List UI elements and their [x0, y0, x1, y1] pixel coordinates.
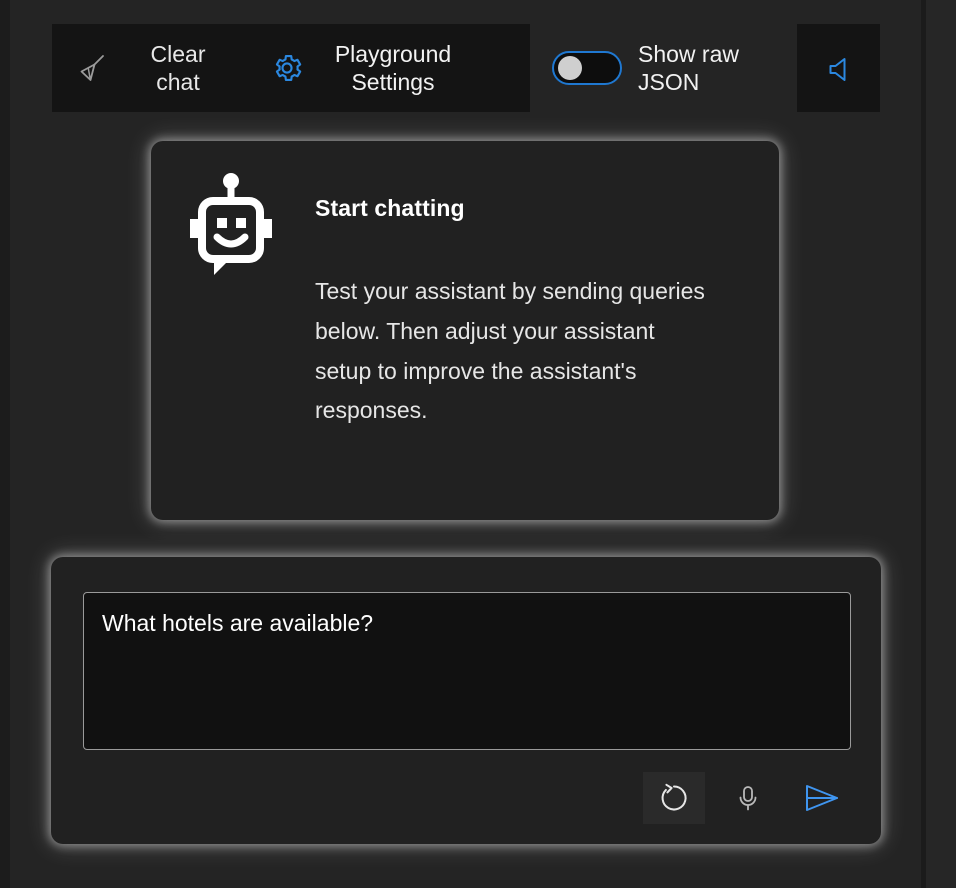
gear-icon: [264, 51, 310, 85]
clear-chat-label: Clear chat: [150, 40, 206, 95]
sound-button[interactable]: [797, 24, 880, 112]
toggle-switch[interactable]: [552, 51, 622, 85]
playground-chat-panel: Clear chat Playground Settings Show raw …: [0, 0, 956, 888]
start-chatting-card: Start chatting Test your assistant by se…: [151, 141, 779, 520]
bot-icon: [185, 167, 277, 431]
broom-icon: [70, 48, 116, 88]
chat-message-input[interactable]: [83, 592, 851, 750]
chat-toolbar: Clear chat Playground Settings Show raw …: [52, 24, 880, 112]
right-gutter: [926, 0, 956, 888]
left-rail: [0, 0, 10, 888]
compose-card: [51, 557, 881, 844]
show-raw-json-label: Show raw JSON: [638, 40, 739, 95]
toggle-knob: [558, 56, 582, 80]
clear-chat-button[interactable]: Clear chat: [52, 24, 228, 112]
playground-settings-label: Playground Settings: [334, 40, 452, 95]
start-chatting-title: Start chatting: [315, 195, 465, 221]
compose-actions: [643, 772, 853, 824]
send-icon: [802, 781, 842, 815]
toolbar-primary-panel: Clear chat Playground Settings: [52, 24, 530, 112]
send-button[interactable]: [791, 772, 853, 824]
microphone-icon: [732, 782, 764, 814]
show-raw-json-toggle[interactable]: Show raw JSON: [530, 24, 788, 112]
microphone-button[interactable]: [717, 772, 779, 824]
start-chatting-body: Test your assistant by sending queries b…: [315, 278, 705, 424]
refresh-icon: [657, 781, 691, 815]
regenerate-button[interactable]: [643, 772, 705, 824]
speaker-icon: [819, 48, 859, 88]
playground-settings-button[interactable]: Playground Settings: [228, 24, 464, 112]
